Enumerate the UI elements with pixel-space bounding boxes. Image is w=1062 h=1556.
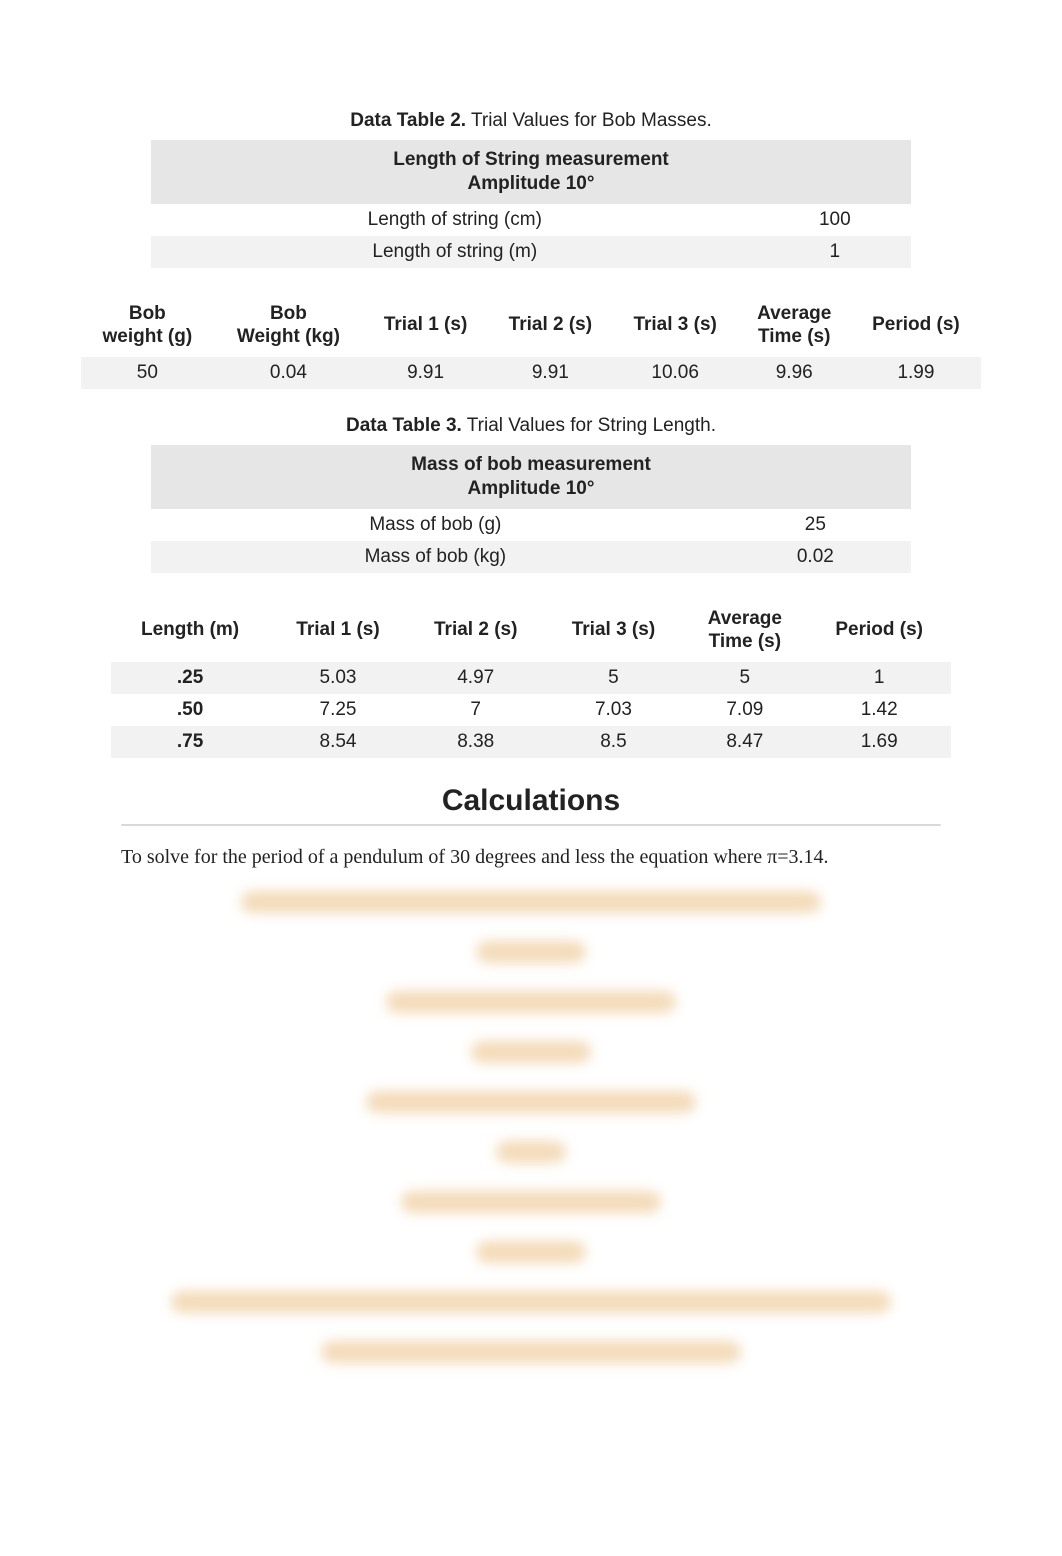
cell: 8.38 [407,726,545,758]
table-row: Mass of bob (g) 25 [151,509,911,541]
blurred-line [401,1191,661,1213]
divider [121,824,941,826]
blurred-line [496,1141,566,1163]
table2-meas-line1: Length of String measurement [159,148,903,172]
cell: 1 [807,662,951,694]
th: Trial 1 (s) [269,599,407,663]
table2-caption-rest: Trial Values for Bob Masses. [466,110,712,131]
table-row: 50 0.04 9.91 9.91 10.06 9.96 1.99 [81,357,981,389]
table3-meas-value-1: 0.02 [720,541,911,573]
table3-meas-value-0: 25 [720,509,911,541]
cell: 9.96 [738,357,851,389]
table2-trial-header-row: Bobweight (g) BobWeight (kg) Trial 1 (s)… [81,294,981,358]
th: Period (s) [851,294,981,358]
cell: 0.04 [214,357,363,389]
table2-caption-bold: Data Table 2. [350,110,466,131]
table-row: Length of string (cm) 100 [151,204,911,236]
table2-meas-line2: Amplitude 10° [159,172,903,196]
table2-meas-label-1: Length of string (m) [151,236,759,268]
table3-caption-rest: Trial Values for String Length. [462,415,716,436]
th: Trial 3 (s) [613,294,738,358]
table-row: .50 7.25 7 7.03 7.09 1.42 [111,694,951,726]
table2-trial-table: Bobweight (g) BobWeight (kg) Trial 1 (s)… [81,294,981,390]
th: AverageTime (s) [738,294,851,358]
cell: 1.99 [851,357,981,389]
blurred-line [476,1241,586,1263]
table3-meas-line1: Mass of bob measurement [159,453,903,477]
blurred-line [171,1291,891,1313]
th: AverageTime (s) [682,599,807,663]
cell: 8.47 [682,726,807,758]
blurred-content [121,887,941,1363]
blurred-line [366,1091,696,1113]
th: Trial 3 (s) [545,599,683,663]
cell: 4.97 [407,662,545,694]
calculations-intro: To solve for the period of a pendulum of… [121,846,941,869]
table2-caption: Data Table 2. Trial Values for Bob Masse… [80,110,982,132]
th: Trial 2 (s) [488,294,613,358]
blurred-line [476,941,586,963]
blurred-line [321,1341,741,1363]
table3-meas-label-1: Mass of bob (kg) [151,541,720,573]
th: BobWeight (kg) [214,294,363,358]
cell: 1.42 [807,694,951,726]
cell: 5.03 [269,662,407,694]
cell: 7.09 [682,694,807,726]
table2-meas-value-0: 100 [759,204,911,236]
cell: 1.69 [807,726,951,758]
cell: .75 [111,726,269,758]
blurred-line [241,891,821,913]
table2-measurement-table: Length of String measurement Amplitude 1… [151,140,911,268]
table3-caption: Data Table 3. Trial Values for String Le… [80,415,982,437]
th: Bobweight (g) [81,294,214,358]
table-row: Length of string (m) 1 [151,236,911,268]
th: Length (m) [111,599,269,663]
table3-meas-header: Mass of bob measurement Amplitude 10° [151,445,911,509]
table3-meas-line2: Amplitude 10° [159,477,903,501]
cell: 9.91 [363,357,488,389]
cell: 9.91 [488,357,613,389]
table-row: Mass of bob (kg) 0.02 [151,541,911,573]
cell: 7 [407,694,545,726]
table2-meas-value-1: 1 [759,236,911,268]
table2-meas-label-0: Length of string (cm) [151,204,759,236]
cell: .50 [111,694,269,726]
table3-meas-label-0: Mass of bob (g) [151,509,720,541]
table-row: .25 5.03 4.97 5 5 1 [111,662,951,694]
table2-meas-header: Length of String measurement Amplitude 1… [151,140,911,204]
blurred-line [471,1041,591,1063]
cell: .25 [111,662,269,694]
cell: 10.06 [613,357,738,389]
cell: 5 [682,662,807,694]
cell: 50 [81,357,214,389]
cell: 8.54 [269,726,407,758]
th: Trial 2 (s) [407,599,545,663]
th: Period (s) [807,599,951,663]
cell: 5 [545,662,683,694]
table3-measurement-table: Mass of bob measurement Amplitude 10° Ma… [151,445,911,573]
th: Trial 1 (s) [363,294,488,358]
cell: 8.5 [545,726,683,758]
document-page: Data Table 2. Trial Values for Bob Masse… [0,0,1062,1403]
table-row: .75 8.54 8.38 8.5 8.47 1.69 [111,726,951,758]
calculations-heading: Calculations [80,784,982,818]
cell: 7.03 [545,694,683,726]
table3-trial-header-row: Length (m) Trial 1 (s) Trial 2 (s) Trial… [111,599,951,663]
table3-caption-bold: Data Table 3. [346,415,462,436]
table3-trial-table: Length (m) Trial 1 (s) Trial 2 (s) Trial… [111,599,951,759]
blurred-line [386,991,676,1013]
cell: 7.25 [269,694,407,726]
